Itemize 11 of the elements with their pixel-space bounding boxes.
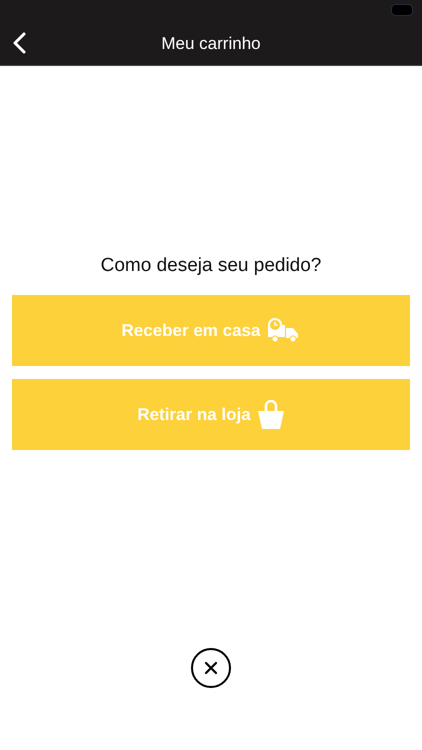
back-icon bbox=[12, 32, 26, 54]
screen-title: Meu carrinho bbox=[161, 34, 261, 54]
close-icon bbox=[204, 661, 218, 675]
store-pickup-button[interactable]: Retirar na loja bbox=[12, 379, 410, 450]
shopping-bag-icon bbox=[256, 400, 285, 430]
battery-icon bbox=[391, 4, 413, 16]
truck-icon bbox=[266, 318, 300, 344]
close-button[interactable] bbox=[191, 648, 231, 688]
back-button[interactable] bbox=[12, 32, 26, 54]
home-delivery-button[interactable]: Receber em casa bbox=[12, 295, 410, 366]
question-text: Como deseja seu pedido? bbox=[100, 255, 322, 277]
